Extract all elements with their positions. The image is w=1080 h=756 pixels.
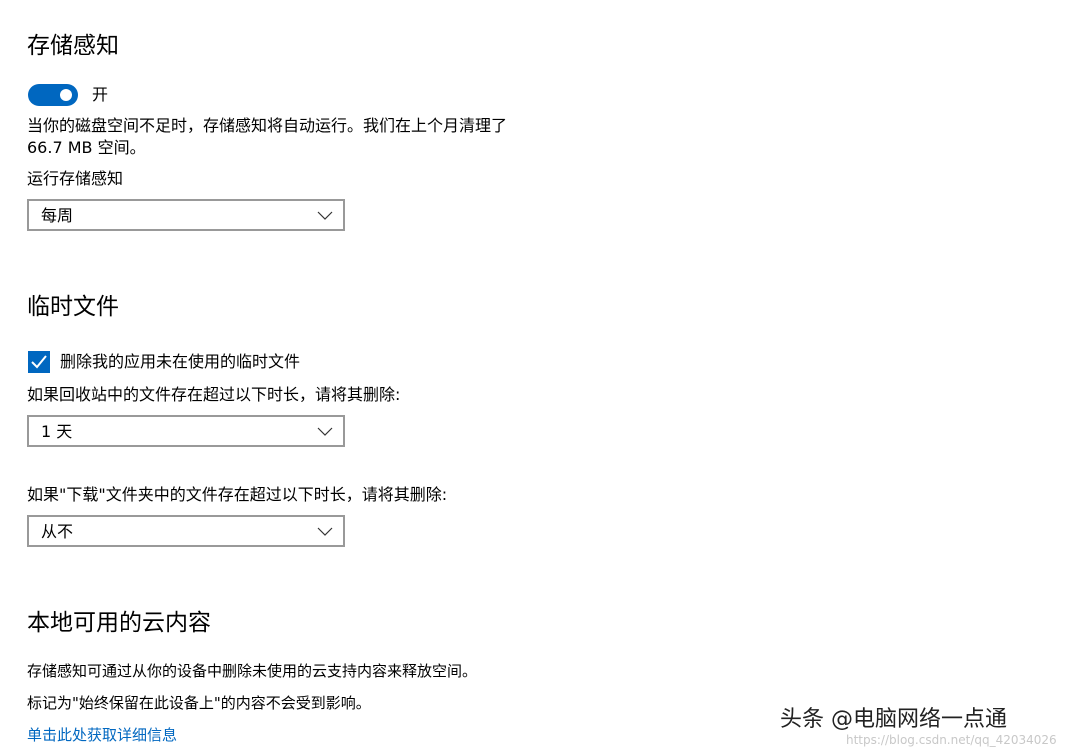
toggle-knob (60, 89, 72, 101)
temp-files-heading: 临时文件 (27, 294, 119, 320)
recycle-bin-label: 如果回收站中的文件存在超过以下时长，请将其删除: (27, 385, 401, 404)
storage-sense-description-line2: 66.7 MB 空间。 (27, 138, 146, 157)
chevron-down-icon (317, 427, 333, 436)
url-watermark: https://blog.csdn.net/qq_42034026 (846, 733, 1057, 747)
delete-temp-files-label: 删除我的应用未在使用的临时文件 (60, 352, 301, 371)
chevron-down-icon (317, 527, 333, 536)
recycle-bin-value: 1 天 (41, 422, 73, 441)
toggle-state-label: 开 (92, 85, 109, 104)
cloud-content-description-line2: 标记为"始终保留在此设备上"的内容不会受到影响。 (27, 694, 371, 712)
run-frequency-value: 每周 (41, 206, 74, 225)
chevron-down-icon (317, 211, 333, 220)
cloud-content-heading: 本地可用的云内容 (27, 610, 211, 636)
storage-sense-heading: 存储感知 (27, 33, 119, 59)
run-frequency-dropdown[interactable]: 每周 (27, 199, 345, 231)
storage-sense-description-line1: 当你的磁盘空间不足时，存储感知将自动运行。我们在上个月清理了 (27, 116, 508, 135)
brand-watermark: 头条 @电脑网络一点通 (780, 707, 1007, 732)
storage-sense-settings-page: 存储感知 开 当你的磁盘空间不足时，存储感知将自动运行。我们在上个月清理了 66… (0, 0, 1080, 756)
downloads-folder-value: 从不 (41, 522, 74, 541)
storage-sense-toggle[interactable] (28, 84, 78, 106)
downloads-folder-label: 如果"下载"文件夹中的文件存在超过以下时长，请将其删除: (27, 485, 448, 504)
delete-temp-files-checkbox[interactable] (28, 351, 50, 373)
recycle-bin-dropdown[interactable]: 1 天 (27, 415, 345, 447)
more-details-link[interactable]: 单击此处获取详细信息 (27, 725, 177, 745)
cloud-content-description-line1: 存储感知可通过从你的设备中删除未使用的云支持内容来释放空间。 (27, 662, 478, 680)
run-storage-sense-label: 运行存储感知 (27, 169, 124, 188)
checkmark-icon (31, 355, 47, 369)
downloads-folder-dropdown[interactable]: 从不 (27, 515, 345, 547)
